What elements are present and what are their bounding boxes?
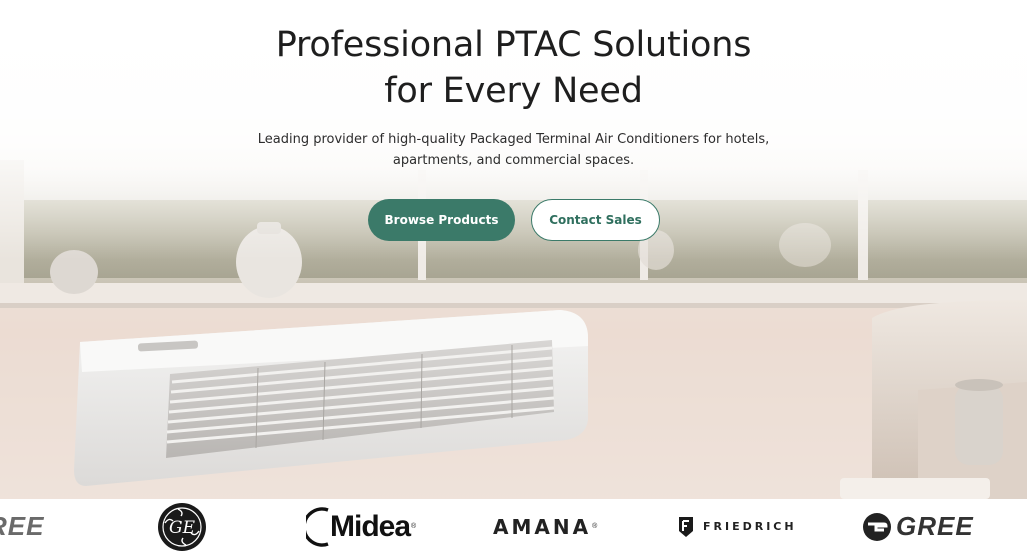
- brand-label-gree-partial: REE: [0, 511, 45, 541]
- friedrich-logo-icon: [679, 516, 693, 537]
- brand-label-gree: GREE: [896, 511, 974, 541]
- brand-ge: GE: [156, 499, 208, 554]
- brand-label-midea: Midea: [330, 509, 411, 543]
- brand-amana: AMANA ®: [493, 514, 598, 539]
- brand-gree-partial: REE: [0, 499, 44, 554]
- brand-friedrich: FRIEDRICH: [677, 499, 797, 554]
- brand-midea: Midea ®: [306, 499, 416, 554]
- contact-sales-button[interactable]: Contact Sales: [531, 199, 660, 241]
- brand-gree: GREE: [862, 499, 974, 554]
- hero-subtitle-line2: apartments, and commercial spaces.: [392, 153, 635, 168]
- hero-title-line2: for Every Need: [384, 71, 643, 111]
- hero-subtitle-line1: Leading provider of high-quality Package…: [257, 132, 770, 147]
- browse-products-button[interactable]: Browse Products: [368, 199, 515, 241]
- gree-logo-icon: [863, 512, 891, 541]
- ge-logo-icon: GE: [158, 502, 206, 551]
- brand-logo-strip: REE GE Midea ® AMANA ®: [0, 499, 1027, 554]
- hero-title-line1: Professional PTAC Solutions: [275, 25, 752, 65]
- hero-section: Professional PTAC Solutions for Every Ne…: [0, 0, 1027, 554]
- brand-label-amana: AMANA: [493, 514, 592, 539]
- brand-label-friedrich: FRIEDRICH: [703, 520, 797, 533]
- svg-text:GE: GE: [169, 518, 196, 538]
